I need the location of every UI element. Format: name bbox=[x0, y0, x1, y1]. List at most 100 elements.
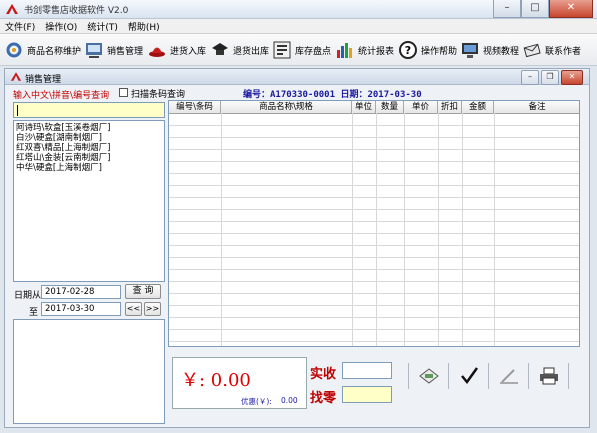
col-header-unit[interactable]: 单位 bbox=[352, 101, 376, 113]
cash-settle-icon bbox=[419, 368, 439, 384]
history-list[interactable] bbox=[13, 319, 165, 424]
discount-label: 优惠(￥): bbox=[241, 397, 272, 406]
sales-window-logo-icon bbox=[10, 72, 22, 81]
grid-row-line bbox=[169, 221, 579, 222]
sales-manage-button[interactable]: 销售管理 bbox=[84, 37, 143, 63]
toolbar-label: 商品名称维护 bbox=[27, 46, 82, 57]
col-header-price[interactable]: 单价 bbox=[404, 101, 438, 113]
child-close-button[interactable]: ✕ bbox=[561, 70, 583, 85]
next-button[interactable]: >> bbox=[144, 302, 161, 316]
list-item[interactable]: 白沙\硬盒[湖南制烟厂] bbox=[16, 133, 164, 143]
toolbar-label: 销售管理 bbox=[107, 46, 144, 57]
total-amount: ￥: 0.00 bbox=[181, 370, 251, 391]
list-item[interactable]: 中华\硬盒[上海制烟厂] bbox=[16, 163, 164, 173]
settle-button[interactable] bbox=[413, 361, 445, 391]
grid-row-line bbox=[169, 197, 579, 198]
grid-header: 编号\条码 商品名称\规格 单位 数量 单价 折扣 金额 备注 bbox=[169, 101, 579, 114]
inventory-check-button[interactable]: 库存盘点 bbox=[272, 37, 331, 63]
received-label: 实收 bbox=[310, 367, 337, 382]
grid-col-line bbox=[494, 113, 495, 346]
grid-row-line bbox=[169, 161, 579, 162]
menu-bar: 文件(F) 操作(O) 统计(T) 帮助(H) bbox=[0, 19, 597, 34]
sales-manage-icon bbox=[86, 43, 102, 58]
toolbar-label: 操作帮助 bbox=[421, 46, 458, 57]
grid-row-line bbox=[169, 329, 579, 330]
toolbar-label: 退货出库 bbox=[233, 46, 270, 57]
toolbar-label: 库存盘点 bbox=[295, 46, 332, 57]
grid-row-line bbox=[169, 257, 579, 258]
product-search-input[interactable] bbox=[13, 102, 165, 118]
menu-file[interactable]: 文件(F) bbox=[0, 20, 40, 33]
stock-in-button[interactable]: 进货入库 bbox=[147, 37, 206, 63]
grid-row-line bbox=[169, 173, 579, 174]
grid-col-line bbox=[221, 113, 222, 346]
delete-item-button[interactable] bbox=[493, 361, 525, 391]
menu-operate[interactable]: 操作(O) bbox=[40, 20, 82, 33]
child-restore-button[interactable]: ❐ bbox=[541, 70, 559, 85]
confirm-button[interactable] bbox=[453, 361, 485, 391]
scan-barcode-label: 扫描条码查询 bbox=[131, 90, 186, 100]
col-header-qty[interactable]: 数量 bbox=[376, 101, 404, 113]
app-title: 书剑零售店收据软件 V2.0 bbox=[24, 6, 129, 16]
order-number-date: 编号：A170330-0001 日期：2017-03-30 bbox=[243, 90, 422, 100]
list-item[interactable]: 红塔山\金装[云南制烟厂] bbox=[16, 153, 164, 163]
child-minimize-button[interactable]: – bbox=[521, 70, 539, 85]
query-button[interactable]: 查 询 bbox=[125, 284, 161, 299]
prev-button[interactable]: << bbox=[125, 302, 142, 316]
list-item[interactable]: 红双喜\精品[上海制烟厂] bbox=[16, 143, 164, 153]
child-window-controls: – ❐ ✕ bbox=[521, 70, 583, 85]
grid-row-line bbox=[169, 317, 579, 318]
sales-window: 销售管理 – ❐ ✕ 输入中文\拼音\编号查询 扫描条码查询 编号：A17033… bbox=[4, 68, 590, 428]
toolbar-label: 视频教程 bbox=[483, 46, 520, 57]
maximize-button[interactable]: □ bbox=[521, 0, 549, 18]
grid-row-line bbox=[169, 293, 579, 294]
video-tutorial-icon bbox=[462, 43, 478, 58]
received-input[interactable] bbox=[342, 362, 392, 379]
search-hint: 输入中文\拼音\编号查询 bbox=[13, 91, 110, 101]
checkmark-icon bbox=[461, 367, 479, 385]
sales-window-title-bar: 销售管理 – ❐ ✕ bbox=[5, 69, 589, 85]
col-header-name[interactable]: 商品名称\规格 bbox=[221, 101, 352, 113]
product-maintain-button[interactable]: 商品名称维护 bbox=[4, 37, 81, 63]
stock-in-icon bbox=[149, 47, 165, 57]
product-list[interactable]: 阿诗玛\软盒[玉溪卷烟厂] 白沙\硬盒[湖南制烟厂] 红双喜\精品[上海制烟厂]… bbox=[13, 120, 165, 282]
date-to-field[interactable]: 2017-03-30 bbox=[41, 302, 121, 316]
grid-row-line bbox=[169, 245, 579, 246]
list-item[interactable]: 阿诗玛\软盒[玉溪卷烟厂] bbox=[16, 123, 164, 133]
help-icon: ? bbox=[399, 41, 417, 59]
inventory-check-icon bbox=[273, 41, 291, 59]
separator bbox=[528, 363, 529, 389]
video-tutorial-button[interactable]: 视频教程 bbox=[460, 37, 519, 63]
col-header-code[interactable]: 编号\条码 bbox=[169, 101, 221, 113]
minimize-button[interactable]: – bbox=[493, 0, 521, 18]
menu-help[interactable]: 帮助(H) bbox=[123, 20, 165, 33]
print-button[interactable] bbox=[533, 361, 565, 391]
col-header-discount[interactable]: 折扣 bbox=[438, 101, 462, 113]
date-to-label: 至 bbox=[29, 308, 39, 318]
text-caret bbox=[17, 105, 18, 116]
grid-row-line bbox=[169, 125, 579, 126]
grid-col-line bbox=[438, 113, 439, 346]
col-header-remark[interactable]: 备注 bbox=[494, 101, 579, 113]
grid-col-line bbox=[376, 113, 377, 346]
menu-stats[interactable]: 统计(T) bbox=[82, 20, 123, 33]
contact-author-button[interactable]: 联系作者 bbox=[522, 37, 581, 63]
grid-row-line bbox=[169, 137, 579, 138]
date-from-field[interactable]: 2017-02-28 bbox=[41, 285, 121, 299]
scan-barcode-checkbox[interactable] bbox=[119, 88, 128, 97]
grid-col-line bbox=[404, 113, 405, 346]
change-field bbox=[342, 386, 392, 403]
app-logo-icon bbox=[6, 4, 18, 14]
stat-report-button[interactable]: 统计报表 bbox=[335, 37, 394, 63]
close-button[interactable]: ✕ bbox=[549, 0, 593, 18]
col-header-amount[interactable]: 金额 bbox=[462, 101, 494, 113]
grid-row-line bbox=[169, 269, 579, 270]
return-out-icon bbox=[212, 43, 228, 55]
help-button[interactable]: ? 操作帮助 bbox=[398, 37, 457, 63]
grid-row-line bbox=[169, 185, 579, 186]
toolbar: 商品名称维护 销售管理 进货入库 退货出库 库存盘点 统计报表 ? 操作帮助 视… bbox=[0, 34, 597, 66]
return-out-button[interactable]: 退货出库 bbox=[210, 37, 269, 63]
svg-text:?: ? bbox=[405, 44, 411, 57]
sales-grid[interactable]: 编号\条码 商品名称\规格 单位 数量 单价 折扣 金额 备注 bbox=[168, 100, 580, 347]
window-controls: – □ ✕ bbox=[493, 0, 593, 18]
